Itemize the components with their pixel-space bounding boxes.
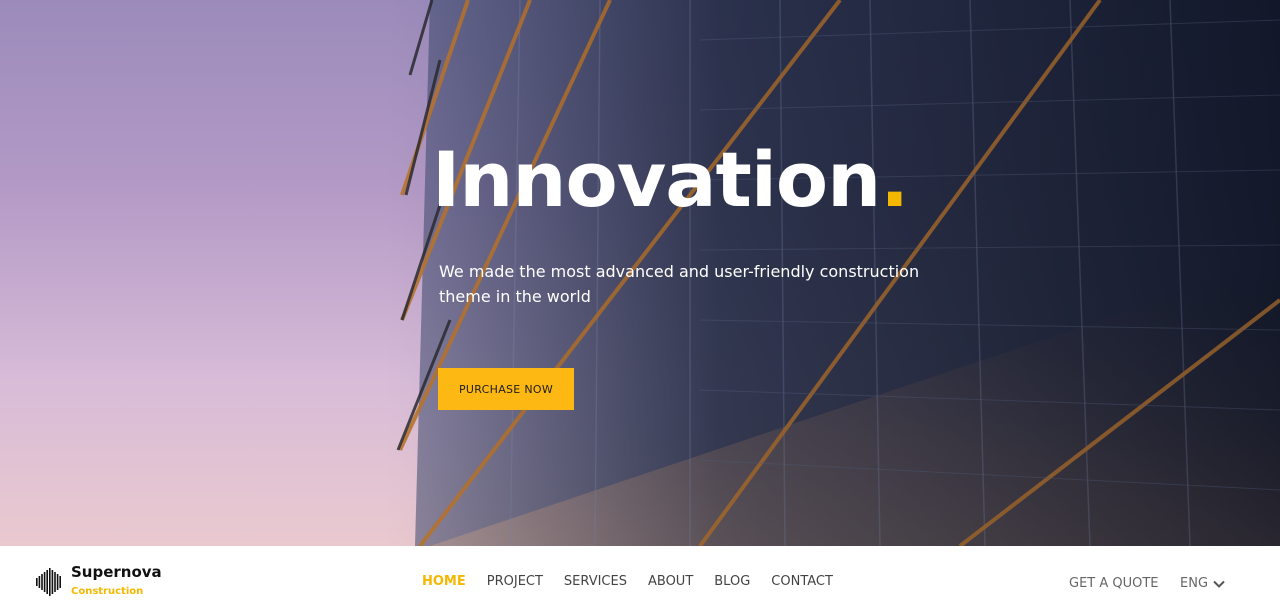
navbar: Supernova Construction HOME PROJECT SERV… [0, 546, 1280, 612]
nav-item-blog[interactable]: BLOG [714, 574, 750, 590]
sound-wave-logo-icon [36, 567, 61, 596]
hero-title: Innovation. [432, 132, 909, 228]
nav-item-about[interactable]: ABOUT [648, 574, 693, 590]
nav-item-project[interactable]: PROJECT [487, 574, 543, 590]
chevron-down-icon [1213, 580, 1225, 588]
brand-text: Supernova Construction [71, 563, 162, 600]
nav-item-contact[interactable]: CONTACT [771, 574, 833, 590]
nav-item-services[interactable]: SERVICES [564, 574, 627, 590]
main-nav: HOME PROJECT SERVICES ABOUT BLOG CONTACT [422, 574, 833, 590]
brand-tagline: Construction [71, 586, 144, 597]
brand-name: Supernova [71, 563, 162, 581]
hero-title-text: Innovation [432, 135, 881, 224]
language-label: ENG [1180, 576, 1209, 591]
hero-title-dot: . [880, 135, 909, 224]
get-a-quote-link[interactable]: GET A QUOTE [1069, 576, 1159, 592]
hero-section: Innovation. We made the most advanced an… [0, 0, 1280, 546]
language-selector[interactable]: ENG [1180, 576, 1225, 592]
brand-logo[interactable]: Supernova Construction [36, 563, 162, 600]
nav-item-home[interactable]: HOME [422, 574, 466, 590]
hero-subtitle: We made the most advanced and user-frien… [439, 262, 920, 306]
purchase-now-button[interactable]: PURCHASE NOW [438, 368, 574, 410]
